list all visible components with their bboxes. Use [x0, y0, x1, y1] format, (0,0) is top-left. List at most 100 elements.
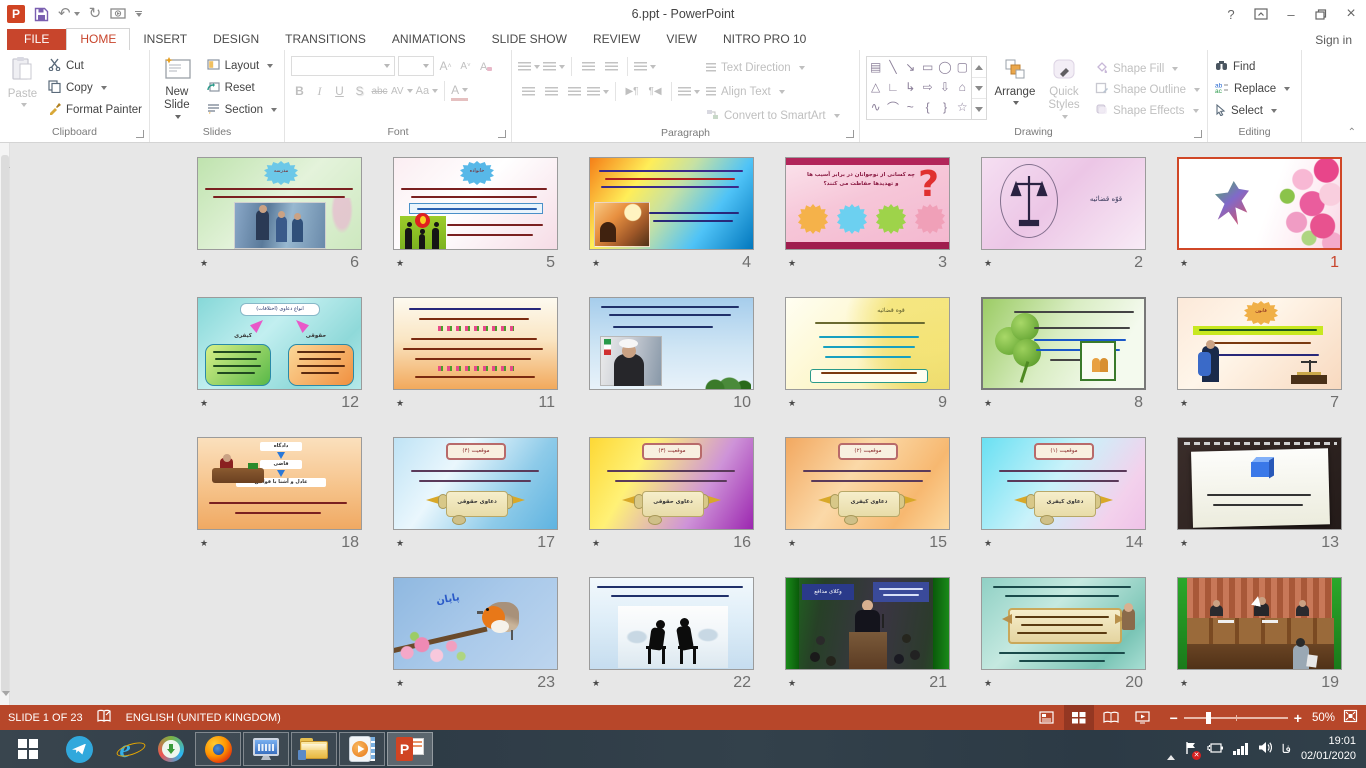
animation-indicator-icon[interactable]: ★	[396, 398, 404, 409]
font-color-button[interactable]: A	[451, 81, 468, 101]
sign-in-link[interactable]: Sign in	[1315, 33, 1352, 47]
slide-7-thumbnail[interactable]: قانون	[1177, 297, 1342, 390]
slide-4-thumbnail[interactable]	[589, 157, 754, 250]
find-button[interactable]: Find	[1210, 56, 1295, 78]
convert-to-smartart-button[interactable]: Convert to SmartArt	[706, 105, 840, 126]
shape-icon[interactable]: ╲	[889, 60, 896, 74]
vertical-scrollbar[interactable]	[0, 143, 10, 705]
zoom-level[interactable]: 50%	[1312, 712, 1335, 724]
firefox-taskbar-button[interactable]	[195, 732, 241, 766]
slide-5-thumbnail[interactable]: خانواده	[393, 157, 558, 250]
shape-icon[interactable]: ⌂	[959, 80, 966, 94]
slide-2-tile[interactable]: قوّه قضائیه★2	[981, 157, 1146, 276]
shape-icon[interactable]: △	[871, 80, 880, 94]
shape-icon[interactable]: {	[926, 100, 930, 114]
shape-effects-button[interactable]: Shape Effects	[1090, 100, 1205, 121]
slide-20-tile[interactable]: ★20	[981, 577, 1146, 696]
minimize-button[interactable]: –	[1276, 0, 1306, 28]
strikethrough-button[interactable]: abc	[371, 81, 388, 101]
gallery-scroll-down-icon[interactable]	[972, 78, 986, 99]
quick-styles-button[interactable]: Quick Styles	[1043, 56, 1085, 121]
character-spacing-button[interactable]: AV	[391, 81, 413, 101]
animation-indicator-icon[interactable]: ★	[592, 538, 600, 549]
slide-22-thumbnail[interactable]	[589, 577, 754, 670]
animation-indicator-icon[interactable]: ★	[396, 538, 404, 549]
tab-nitro-pro-10[interactable]: NITRO PRO 10	[710, 29, 819, 50]
slide-3-thumbnail[interactable]: چه کسانی از نوجوانان در برابر آسیب ها و …	[785, 157, 950, 250]
reading-view-button[interactable]	[1096, 705, 1126, 730]
clipboard-dialog-launcher[interactable]	[136, 130, 144, 138]
shape-icon[interactable]: ▢	[957, 60, 968, 74]
slide-16-tile[interactable]: موقعیت (۳) دعاوی حقوقی ★16	[589, 437, 754, 556]
animation-indicator-icon[interactable]: ★	[788, 398, 796, 409]
slide-10-tile[interactable]: ★10	[589, 297, 754, 416]
scrollbar-thumb[interactable]	[1, 155, 9, 693]
slide-17-tile[interactable]: موقعیت (۴) دعاوی حقوقی ★17	[393, 437, 558, 556]
decrease-indent-button[interactable]	[578, 57, 598, 76]
shape-icon[interactable]: ~	[907, 100, 914, 114]
rtl-direction-button[interactable]: ¶◀	[645, 82, 665, 101]
arrange-button[interactable]: Arrange	[992, 56, 1038, 107]
slide-11-thumbnail[interactable]	[393, 297, 558, 390]
animation-indicator-icon[interactable]: ★	[984, 398, 992, 409]
font-size-combo[interactable]	[398, 56, 434, 76]
help-button[interactable]: ?	[1216, 0, 1246, 28]
slide-9-thumbnail[interactable]: قوه قضائیه	[785, 297, 950, 390]
tab-view[interactable]: VIEW	[653, 29, 710, 50]
close-button[interactable]: ×	[1336, 0, 1366, 28]
slide-15-tile[interactable]: موقعیت (۲) دعاوی کیفری ★15	[785, 437, 950, 556]
animation-indicator-icon[interactable]: ★	[200, 258, 208, 269]
slide-21-thumbnail[interactable]: وکلای مدافع	[785, 577, 950, 670]
slide-8-thumbnail[interactable]	[981, 297, 1146, 390]
paste-button[interactable]: Paste	[2, 54, 43, 109]
network-signal-icon[interactable]	[1233, 743, 1248, 755]
language-input-indicator[interactable]: فا	[1282, 742, 1291, 756]
tab-review[interactable]: REVIEW	[580, 29, 653, 50]
slide-23-thumbnail[interactable]: پایان	[393, 577, 558, 670]
volume-icon[interactable]	[1258, 741, 1272, 757]
slide-8-tile[interactable]: ★8	[981, 297, 1146, 416]
shape-gallery[interactable]: ▤╲↘▭◯▢△∟↳⇨⇩⌂∿⌒~{}☆	[866, 56, 987, 120]
fit-slide-to-window-button[interactable]	[1343, 709, 1358, 726]
slide-14-thumbnail[interactable]: موقعیت (۱) دعاوی کیفری	[981, 437, 1146, 530]
slide-13-thumbnail[interactable]	[1177, 437, 1342, 530]
slide-21-tile[interactable]: وکلای مدافع ★21	[785, 577, 950, 696]
file-explorer-taskbar-button[interactable]	[291, 732, 337, 766]
increase-font-size-button[interactable]: A˄	[437, 56, 454, 76]
shape-icon[interactable]: ⇩	[940, 80, 950, 94]
telegram-taskbar-button[interactable]	[56, 730, 102, 768]
slide-5-tile[interactable]: خانواده ★5	[393, 157, 558, 276]
slide-18-tile[interactable]: دادگاه قاضی عادل و آشنا با قوانین ★18	[197, 437, 362, 556]
reset-button[interactable]: Reset	[202, 77, 282, 99]
slide-6-thumbnail[interactable]: مدرسه	[197, 157, 362, 250]
show-hidden-icons[interactable]	[1167, 743, 1175, 755]
slide-22-tile[interactable]: ★22	[589, 577, 754, 696]
tab-home[interactable]: HOME	[66, 28, 130, 50]
animation-indicator-icon[interactable]: ★	[788, 538, 796, 549]
save-icon[interactable]	[34, 7, 49, 22]
animation-indicator-icon[interactable]: ★	[1180, 538, 1188, 549]
zoom-slider-handle[interactable]	[1206, 712, 1211, 724]
replace-button[interactable]: abac Replace	[1210, 78, 1295, 100]
align-left-button[interactable]	[518, 82, 538, 101]
tab-file[interactable]: FILE	[7, 29, 66, 50]
slide-13-tile[interactable]: ★13	[1177, 437, 1342, 556]
shape-icon[interactable]: ⇨	[923, 80, 933, 94]
slide-19-tile[interactable]: ★19	[1177, 577, 1342, 696]
idm-taskbar-button[interactable]	[148, 730, 194, 768]
bullets-button[interactable]	[518, 57, 540, 76]
change-case-button[interactable]: Aa	[416, 81, 438, 101]
line-spacing-button[interactable]	[634, 57, 656, 76]
collapse-ribbon-icon[interactable]: ⌃	[1348, 127, 1356, 138]
slide-16-thumbnail[interactable]: موقعیت (۳) دعاوی حقوقی	[589, 437, 754, 530]
shape-fill-button[interactable]: Shape Fill	[1090, 58, 1205, 79]
animation-indicator-icon[interactable]: ★	[984, 678, 992, 689]
shape-icon[interactable]: ∟	[887, 80, 899, 94]
repeat-icon[interactable]: ↻	[89, 7, 102, 21]
animation-indicator-icon[interactable]: ★	[1180, 678, 1188, 689]
decrease-font-size-button[interactable]: A˅	[457, 56, 474, 76]
slide-15-thumbnail[interactable]: موقعیت (۲) دعاوی کیفری	[785, 437, 950, 530]
normal-view-button[interactable]	[1032, 705, 1062, 730]
zoom-out-button[interactable]: −	[1170, 713, 1178, 723]
animation-indicator-icon[interactable]: ★	[396, 678, 404, 689]
